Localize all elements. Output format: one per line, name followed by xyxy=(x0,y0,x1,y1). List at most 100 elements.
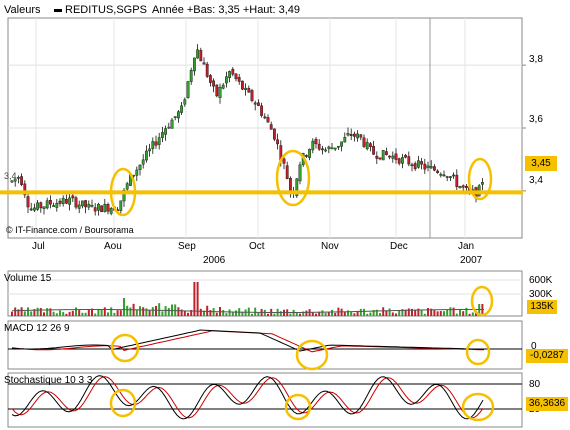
x-month-label: Sep xyxy=(178,241,196,252)
volume-bar-up xyxy=(331,309,333,316)
volume-bar-up xyxy=(97,309,100,316)
volume-bar-down xyxy=(103,307,106,316)
candle-up xyxy=(189,69,193,82)
x-year-label: 2007 xyxy=(460,255,483,266)
candle-down xyxy=(84,200,88,208)
macd-badge: -0,0287 xyxy=(526,349,568,363)
candle-up xyxy=(148,148,151,152)
volume-bar-up xyxy=(455,313,458,316)
volume-bar-down xyxy=(299,313,301,316)
candle-down xyxy=(372,145,375,155)
volume-bar-up xyxy=(366,313,369,316)
candle-down xyxy=(202,62,206,65)
volume-bar-up xyxy=(123,298,125,316)
x-month-label: Jan xyxy=(458,241,475,252)
candle-down xyxy=(289,178,292,192)
candle-up xyxy=(445,176,449,178)
candle-down xyxy=(282,158,286,164)
x-month-label: Aou xyxy=(104,241,122,252)
volume-bar-up xyxy=(420,309,423,316)
volume-bar-up xyxy=(443,311,445,316)
candle-down xyxy=(349,134,353,136)
volume-bar-down xyxy=(315,313,317,316)
candle-down xyxy=(433,166,436,171)
candle-down xyxy=(250,90,254,101)
volume-bar-down xyxy=(439,311,442,316)
volume-bar-down xyxy=(452,307,455,316)
volume-bar-up xyxy=(228,309,231,316)
candle-down xyxy=(455,174,459,187)
candle-up xyxy=(311,140,315,151)
candle-up xyxy=(426,165,430,168)
volume-bar-up xyxy=(359,308,362,316)
candle-up xyxy=(144,150,148,161)
candle-up xyxy=(96,203,100,211)
volume-bar-down xyxy=(209,310,212,316)
volume-bar-up xyxy=(289,313,292,316)
volume-bar-down xyxy=(334,312,337,316)
left-price-badge: 3,4 xyxy=(4,171,17,181)
volume-bar-up xyxy=(107,312,109,316)
volume-bar-down xyxy=(468,313,471,316)
volume-bar-down xyxy=(20,307,23,316)
macd-chart xyxy=(7,320,523,371)
candle-down xyxy=(205,63,209,77)
volume-bar-up xyxy=(423,313,426,316)
volume-bar-up xyxy=(36,307,39,316)
candle-up xyxy=(365,142,369,150)
volume-bar-down xyxy=(311,312,314,316)
volume-bar-up xyxy=(81,312,84,316)
volume-bar-up xyxy=(167,307,170,316)
volume-bar-down xyxy=(462,311,465,316)
panel-label: Stochastique 10 3 3 xyxy=(4,375,93,386)
volume-bar-up xyxy=(135,309,138,316)
candle-down xyxy=(212,80,215,87)
candle-up xyxy=(346,133,350,136)
volume-bar-up xyxy=(449,307,452,316)
volume-bar-down xyxy=(142,307,145,316)
volume-bar-down xyxy=(395,313,397,316)
volume-bar-down xyxy=(39,307,42,316)
candle-down xyxy=(231,68,235,75)
candle-up xyxy=(224,76,228,84)
volume-bar-down xyxy=(119,310,122,316)
candle-up xyxy=(458,186,462,189)
candle-up xyxy=(327,146,331,149)
candle-up xyxy=(324,149,327,152)
candle-up xyxy=(244,87,247,90)
candle-up xyxy=(80,200,84,207)
volume-bar-up xyxy=(446,309,449,316)
candle-up xyxy=(52,205,56,207)
candle-down xyxy=(100,205,104,213)
candle-down xyxy=(353,133,356,137)
candle-down xyxy=(413,163,417,170)
volume-bar-up xyxy=(151,307,154,316)
volume-bar-up xyxy=(52,311,55,316)
candle-up xyxy=(401,157,404,164)
price-chart-panel: 3,8 3,6 3,4 3,45 3,4 © IT-Finance.com / … xyxy=(0,0,570,270)
volume-bar-down xyxy=(155,305,157,316)
volume-bar-up xyxy=(129,307,132,316)
volume-bar-up xyxy=(273,313,276,316)
candle-up xyxy=(170,119,174,129)
candle-up xyxy=(228,71,231,79)
volume-bar-up xyxy=(222,310,225,316)
candle-down xyxy=(266,117,270,123)
candle-down xyxy=(359,134,363,138)
volume-bar-up xyxy=(113,312,116,316)
candle-up xyxy=(87,203,91,208)
candle-up xyxy=(186,81,190,98)
candle-down xyxy=(234,73,238,80)
candle-down xyxy=(215,84,219,97)
x-year-label: 2006 xyxy=(203,255,226,266)
volume-bar-down xyxy=(14,307,17,316)
candle-up xyxy=(337,145,340,148)
volume-bar-up xyxy=(126,305,129,316)
candle-down xyxy=(253,102,257,105)
candle-down xyxy=(423,163,427,170)
candle-up xyxy=(164,128,167,135)
volume-bar-up xyxy=(363,308,365,316)
volume-bar-down xyxy=(407,308,410,316)
candle-up xyxy=(333,147,337,150)
candle-up xyxy=(218,87,222,98)
